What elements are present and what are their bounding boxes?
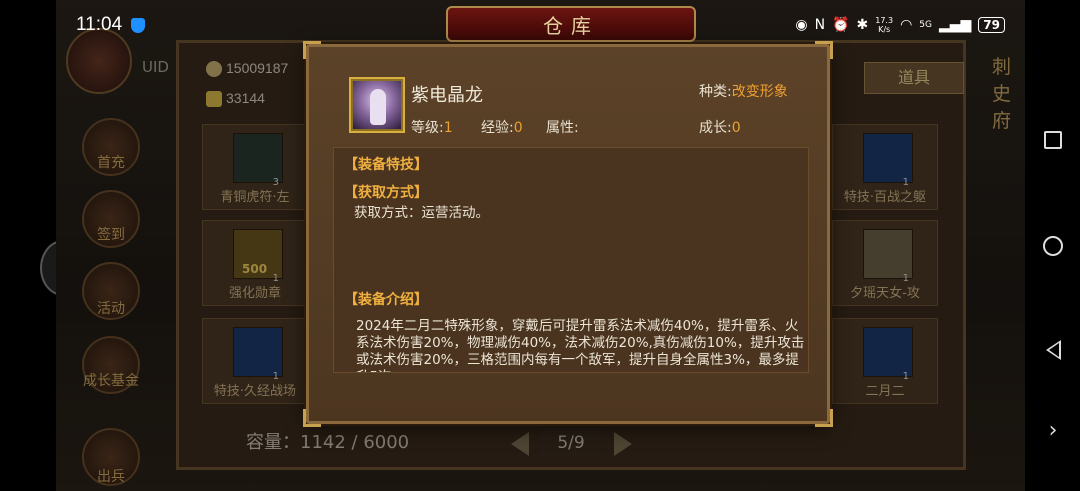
next-page-arrow-icon[interactable]: [614, 432, 632, 456]
capacity-label: 容量：1142 / 6000: [246, 432, 410, 453]
source-heading: 【获取方式】: [344, 185, 428, 201]
circle-icon: [1043, 236, 1063, 256]
shield-icon: [131, 18, 145, 33]
bluetooth-icon: ✱: [856, 17, 869, 33]
coin-balance: 15009187: [206, 60, 289, 78]
skill-scroll-icon: [863, 133, 913, 183]
inventory-slot[interactable]: 3 青铜虎符·左: [202, 124, 308, 210]
tab-items[interactable]: 道具: [864, 62, 964, 94]
level-value: 1: [443, 120, 453, 136]
gold-value: 33144: [226, 90, 265, 106]
corner-ornament: [303, 409, 321, 427]
side-menu-label: 签到: [97, 227, 125, 243]
expand-button[interactable]: ›: [1035, 412, 1071, 448]
gold-balance: 33144: [206, 90, 265, 108]
alarm-icon: ⏰: [832, 17, 850, 33]
slot-label: 强化勋章: [228, 286, 281, 301]
side-menu-label: 首充: [97, 155, 125, 171]
growth-value: 0: [731, 120, 741, 136]
slot-label: 特技·久经战场: [213, 384, 297, 399]
signal-icon: ▂▄▆: [938, 17, 972, 33]
item-detail-modal: 紫电晶龙 种类:改变形象 等级:1 经验:0 属性: 成长:0 【装备特技】 【…: [303, 41, 833, 427]
fairy-figure-icon: [863, 229, 913, 279]
status-icons: ◉ N ⏰ ✱ 17.3 K/s ◠ 5G ▂▄▆ 79: [795, 16, 1005, 34]
skill-scroll-icon: [233, 327, 283, 377]
level-label: 等级:: [411, 120, 444, 136]
slot-label: 二月二: [865, 384, 905, 399]
uid-label: UID: [142, 58, 169, 76]
wifi-icon: ◠: [900, 17, 913, 33]
square-icon: [1044, 131, 1062, 149]
kind-value: 改变形象: [731, 84, 788, 100]
inventory-slot[interactable]: 1 特技·久经战场: [202, 318, 308, 404]
source-text: 获取方式：运营活动。: [354, 205, 489, 221]
eye-icon: ◉: [795, 17, 808, 33]
item-detail-box[interactable]: 【装备特技】 【获取方式】 获取方式：运营活动。 【装备介绍】 2024年二月二…: [333, 147, 809, 373]
net-speed-value: 17.3: [875, 16, 894, 25]
gold-ingot-icon: [206, 91, 222, 108]
game-scene: 仓库 UID 首充 签到 活动 成长基金 出兵 15009187 33144 道…: [56, 0, 1025, 491]
clock: 11:04: [76, 14, 123, 35]
side-menu-label: 成长基金: [83, 373, 139, 389]
coin-value: 15009187: [226, 60, 289, 76]
item-name: 紫电晶龙: [411, 85, 483, 106]
inventory-slot[interactable]: 1 夕瑶天女-攻: [832, 220, 938, 306]
side-menu-label: 活动: [97, 301, 125, 317]
skill-scroll-icon: [863, 327, 913, 377]
back-button[interactable]: [1035, 332, 1071, 368]
home-button[interactable]: [1035, 228, 1071, 264]
inventory-slot[interactable]: 1 特技·百战之躯: [832, 124, 938, 210]
coin-icon: [206, 61, 222, 78]
exp-stat: 经验:0: [481, 117, 523, 137]
exp-label: 经验:: [481, 120, 514, 136]
screen-bezel-left: [0, 0, 86, 491]
net-speed: 17.3 K/s: [875, 16, 893, 34]
net-speed-unit: K/s: [878, 25, 891, 34]
intro-heading: 【装备介绍】: [344, 292, 428, 308]
tab-prefecture[interactable]: 刺史府: [992, 52, 1025, 133]
recents-button[interactable]: [1035, 122, 1071, 158]
network-type: 5G: [919, 20, 932, 30]
page-indicator: 5/9: [541, 428, 601, 458]
medal-icon: 500: [233, 229, 283, 279]
nfc-icon: N: [814, 17, 826, 33]
kind-label: 种类:: [699, 84, 732, 100]
system-nav-bar: ›: [1025, 0, 1080, 491]
growth-stat: 成长:0: [699, 117, 741, 137]
back-triangle-icon: [1045, 340, 1061, 360]
chevron-right-icon: ›: [1048, 417, 1058, 443]
attribute-label: 属性:: [546, 120, 579, 136]
slot-label: 特技·百战之躯: [843, 190, 927, 205]
intro-text: 2024年二月二特殊形象，穿戴后可提升雷系法术减伤40%，提升雷系、火系法术伤害…: [356, 318, 805, 372]
inventory-slot[interactable]: 1 二月二: [832, 318, 938, 404]
medal-badge: 500: [242, 262, 268, 276]
attribute-stat: 属性:: [546, 117, 579, 137]
tiger-tally-icon: [233, 133, 283, 183]
status-bar: 11:04 ◉ N ⏰ ✱ 17.3 K/s ◠ 5G ▂▄▆ 79: [56, 0, 1025, 52]
level-stat: 等级:1: [411, 117, 453, 137]
prev-page-arrow-icon[interactable]: [511, 432, 529, 456]
item-kind: 种类:改变形象: [699, 81, 788, 101]
slot-label: 青铜虎符·左: [220, 190, 290, 205]
exp-value: 0: [513, 120, 523, 136]
growth-label: 成长:: [699, 120, 732, 136]
battery-level: 79: [978, 17, 1005, 33]
corner-ornament: [815, 409, 833, 427]
slot-label: 夕瑶天女-攻: [850, 286, 920, 301]
inventory-slot[interactable]: 500 1 强化勋章: [202, 220, 308, 306]
item-portrait-icon: [349, 77, 405, 133]
equip-skill-heading: 【装备特技】: [344, 157, 428, 173]
side-menu-label: 出兵: [97, 469, 125, 485]
